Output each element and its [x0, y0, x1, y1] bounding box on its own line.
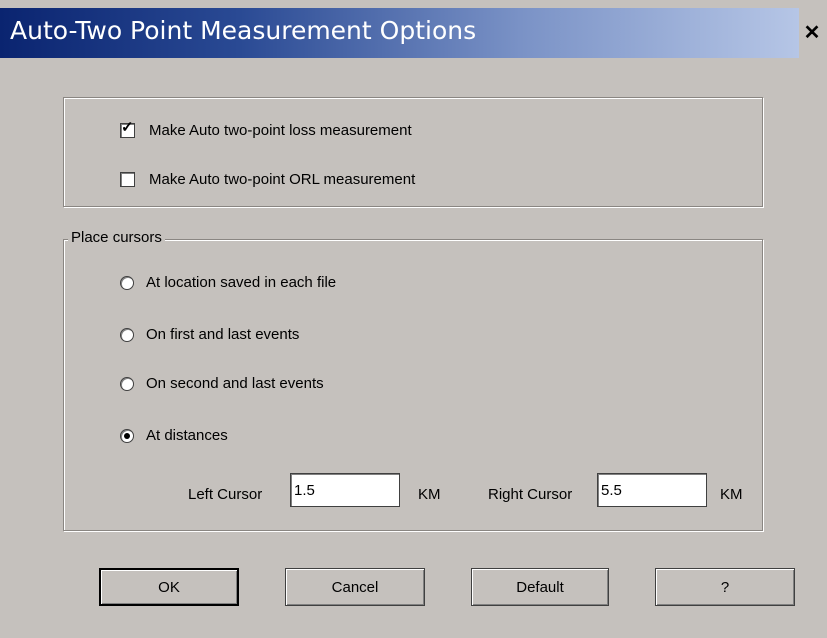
left-cursor-label: Left Cursor	[188, 486, 263, 503]
loss-measurement-label: Make Auto two-point loss measurement	[149, 122, 412, 139]
orl-measurement-label: Make Auto two-point ORL measurement	[149, 171, 416, 188]
title-bar[interactable]: Auto-Two Point Measurement Options ✕	[0, 8, 827, 58]
cancel-button[interactable]: Cancel	[285, 568, 425, 606]
default-button[interactable]: Default	[471, 568, 609, 606]
radio-first-last-events[interactable]: On first and last events	[120, 326, 299, 343]
radio-icon[interactable]	[120, 275, 134, 290]
close-button[interactable]: ✕	[799, 8, 825, 58]
ok-button[interactable]: OK	[99, 568, 239, 606]
measurement-group	[63, 97, 763, 207]
radio-first-last-events-label: On first and last events	[146, 326, 300, 343]
checkbox-icon[interactable]	[120, 172, 135, 187]
window-title: Auto-Two Point Measurement Options	[10, 16, 477, 45]
left-cursor-unit: KM	[418, 486, 441, 503]
left-cursor-input[interactable]	[290, 473, 400, 507]
radio-second-last-events[interactable]: On second and last events	[120, 375, 324, 392]
radio-icon[interactable]	[120, 327, 134, 342]
radio-icon[interactable]	[120, 428, 134, 443]
orl-measurement-checkbox[interactable]: Make Auto two-point ORL measurement	[120, 171, 415, 188]
radio-icon[interactable]	[120, 376, 134, 391]
radio-at-distances-label: At distances	[146, 427, 228, 444]
radio-selected-dot	[124, 432, 130, 439]
radio-location-saved-label: At location saved in each file	[146, 274, 337, 291]
close-icon: ✕	[803, 22, 821, 44]
loss-measurement-checkbox[interactable]: ✓ Make Auto two-point loss measurement	[120, 119, 412, 139]
radio-at-distances[interactable]: At distances	[120, 427, 228, 444]
checkmark-icon: ✓	[121, 119, 134, 136]
radio-location-saved[interactable]: At location saved in each file	[120, 274, 336, 291]
help-button[interactable]: ?	[655, 568, 795, 606]
right-cursor-unit: KM	[720, 486, 743, 503]
place-cursors-legend: Place cursors	[68, 229, 165, 246]
right-cursor-input[interactable]	[597, 473, 707, 507]
radio-second-last-events-label: On second and last events	[146, 375, 324, 392]
checkbox-icon[interactable]: ✓	[120, 119, 135, 138]
right-cursor-label: Right Cursor	[488, 486, 573, 503]
dialog-window: Auto-Two Point Measurement Options ✕ ✓ M…	[0, 0, 827, 638]
title-bar-gradient: Auto-Two Point Measurement Options	[0, 8, 800, 58]
